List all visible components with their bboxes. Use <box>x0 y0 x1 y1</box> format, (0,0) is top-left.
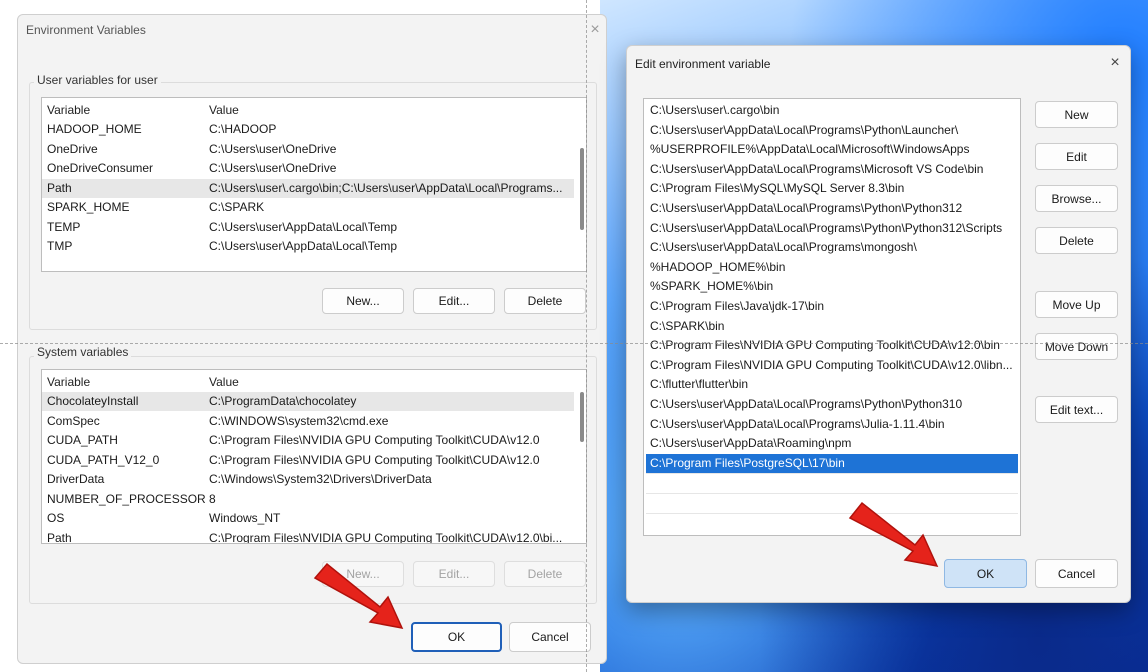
annotation-layer <box>313 501 939 630</box>
guide-line-horizontal <box>0 343 1148 344</box>
red-arrow-icon <box>313 562 404 630</box>
guide-line-vertical <box>586 0 587 672</box>
red-arrow-icon <box>848 501 939 568</box>
